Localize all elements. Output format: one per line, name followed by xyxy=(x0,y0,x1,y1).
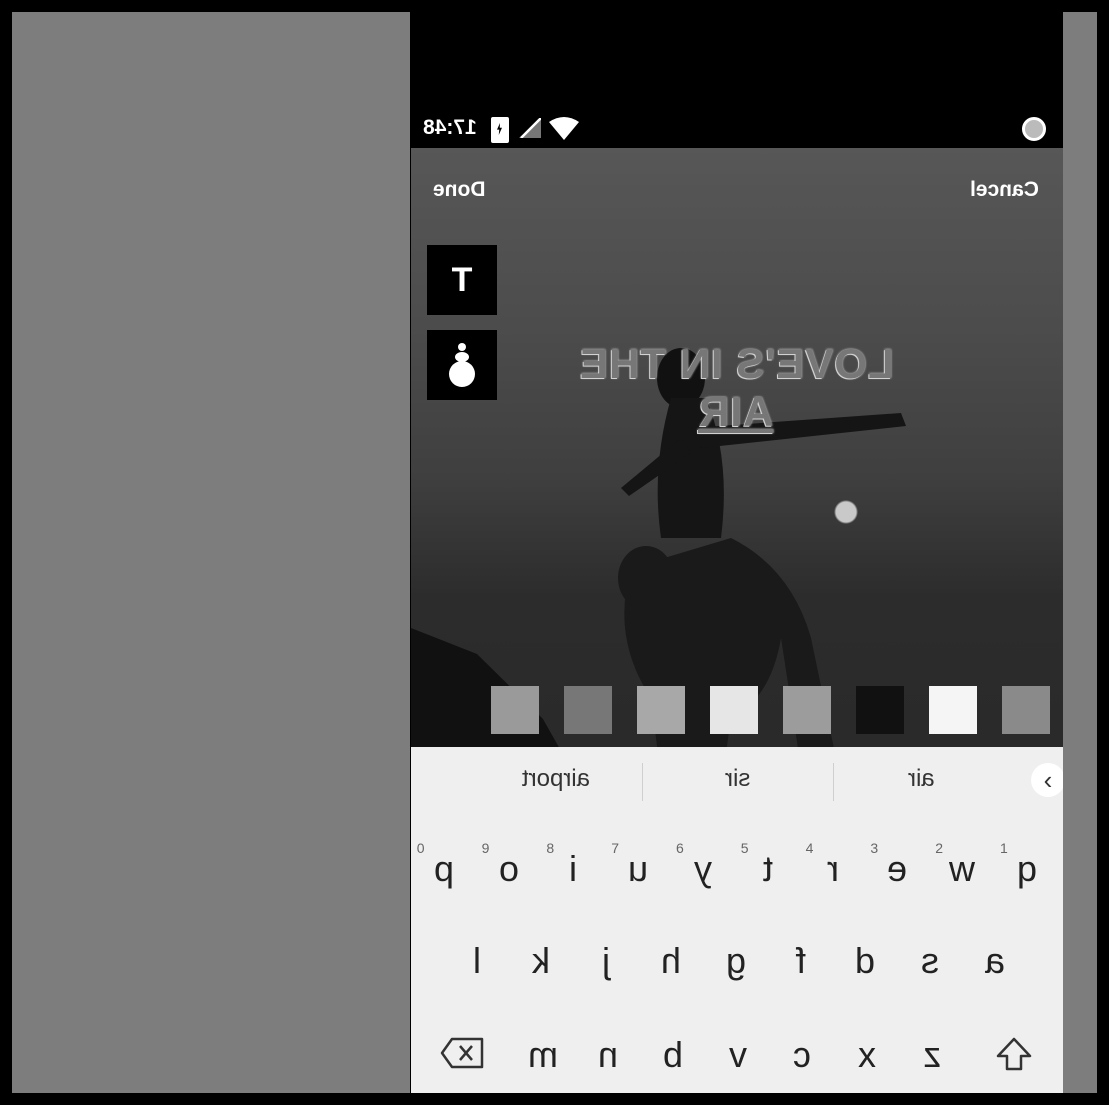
key-number-hint: 1 xyxy=(1000,840,1008,856)
key-x[interactable]: x xyxy=(838,1034,896,1076)
chevron-left-icon[interactable]: ‹ xyxy=(1031,763,1063,797)
color-swatch[interactable] xyxy=(783,686,831,734)
backspace-icon xyxy=(440,1037,484,1069)
key-f[interactable]: f xyxy=(772,940,830,982)
status-time: 17:48 xyxy=(423,116,477,139)
key-a[interactable]: a xyxy=(966,940,1024,982)
key-m[interactable]: m xyxy=(514,1034,572,1076)
color-swatch[interactable] xyxy=(856,686,904,734)
suggestion-airport[interactable]: airport xyxy=(491,765,621,793)
text-style-button[interactable] xyxy=(427,330,497,400)
screen-record-icon xyxy=(1022,117,1046,141)
key-number-hint: 3 xyxy=(870,840,879,856)
status-bar: 17:48 xyxy=(411,12,1063,148)
phone-screen: 17:48 Done Cancel T LOVE'S IN THE AIR ai… xyxy=(411,12,1063,1093)
shift-icon xyxy=(996,1037,1032,1071)
color-swatches xyxy=(491,686,1050,734)
key-number-hint: 2 xyxy=(935,840,943,856)
backspace-key[interactable] xyxy=(433,1036,491,1079)
key-l[interactable]: l xyxy=(448,940,506,982)
key-n[interactable]: n xyxy=(579,1034,637,1076)
wifi-icon xyxy=(549,117,579,140)
caption-line-2: AIR xyxy=(698,388,774,435)
text-tool-button[interactable]: T xyxy=(427,245,497,315)
caption-line-1: LOVE'S IN THE xyxy=(578,340,894,387)
caption-text[interactable]: LOVE'S IN THE AIR xyxy=(551,340,921,436)
key-number-hint: 6 xyxy=(676,840,684,856)
screenshot-frame: 17:48 Done Cancel T LOVE'S IN THE AIR ai… xyxy=(0,0,1109,1105)
photo-canvas[interactable] xyxy=(411,148,1063,888)
key-c[interactable]: c xyxy=(773,1034,831,1076)
key-z[interactable]: z xyxy=(903,1034,961,1076)
color-swatch[interactable] xyxy=(710,686,758,734)
no-signal-icon xyxy=(519,118,541,138)
keyboard: q1w2e3r4t5y6u7i8o9p0asdfghjklzxcvbnm xyxy=(411,814,1063,1093)
suggestion-divider xyxy=(833,763,834,801)
shift-key[interactable] xyxy=(985,1036,1043,1081)
cancel-button[interactable]: Cancel xyxy=(970,178,1039,202)
left-gray-panel xyxy=(12,12,410,1093)
key-v[interactable]: v xyxy=(709,1034,767,1076)
suggestion-bar: air sir airport ‹ xyxy=(411,747,1063,814)
key-s[interactable]: s xyxy=(901,940,959,982)
battery-charging-icon xyxy=(491,117,509,143)
key-number-hint: 7 xyxy=(611,840,619,856)
done-button[interactable]: Done xyxy=(433,178,486,202)
key-h[interactable]: h xyxy=(642,940,700,982)
key-number-hint: 4 xyxy=(805,840,814,856)
color-swatch[interactable] xyxy=(929,686,977,734)
key-j[interactable]: j xyxy=(577,940,635,982)
suggestion-air[interactable]: air xyxy=(856,765,986,793)
key-number-hint: 9 xyxy=(481,840,490,856)
suggestion-divider xyxy=(642,763,643,801)
right-gray-panel xyxy=(1063,12,1097,1093)
color-swatch[interactable] xyxy=(564,686,612,734)
text-tool-label: T xyxy=(451,260,473,299)
key-g[interactable]: g xyxy=(707,940,765,982)
key-number-hint: 0 xyxy=(416,840,425,856)
color-swatch[interactable] xyxy=(491,686,539,734)
color-swatch[interactable] xyxy=(1002,686,1050,734)
key-number-hint: 5 xyxy=(740,840,749,856)
key-number-hint: 8 xyxy=(546,840,555,856)
text-style-icon xyxy=(449,343,475,387)
color-swatch[interactable] xyxy=(637,686,685,734)
key-b[interactable]: b xyxy=(644,1034,702,1076)
key-k[interactable]: k xyxy=(512,940,570,982)
suggestion-sir[interactable]: sir xyxy=(673,765,803,793)
key-d[interactable]: d xyxy=(836,940,894,982)
